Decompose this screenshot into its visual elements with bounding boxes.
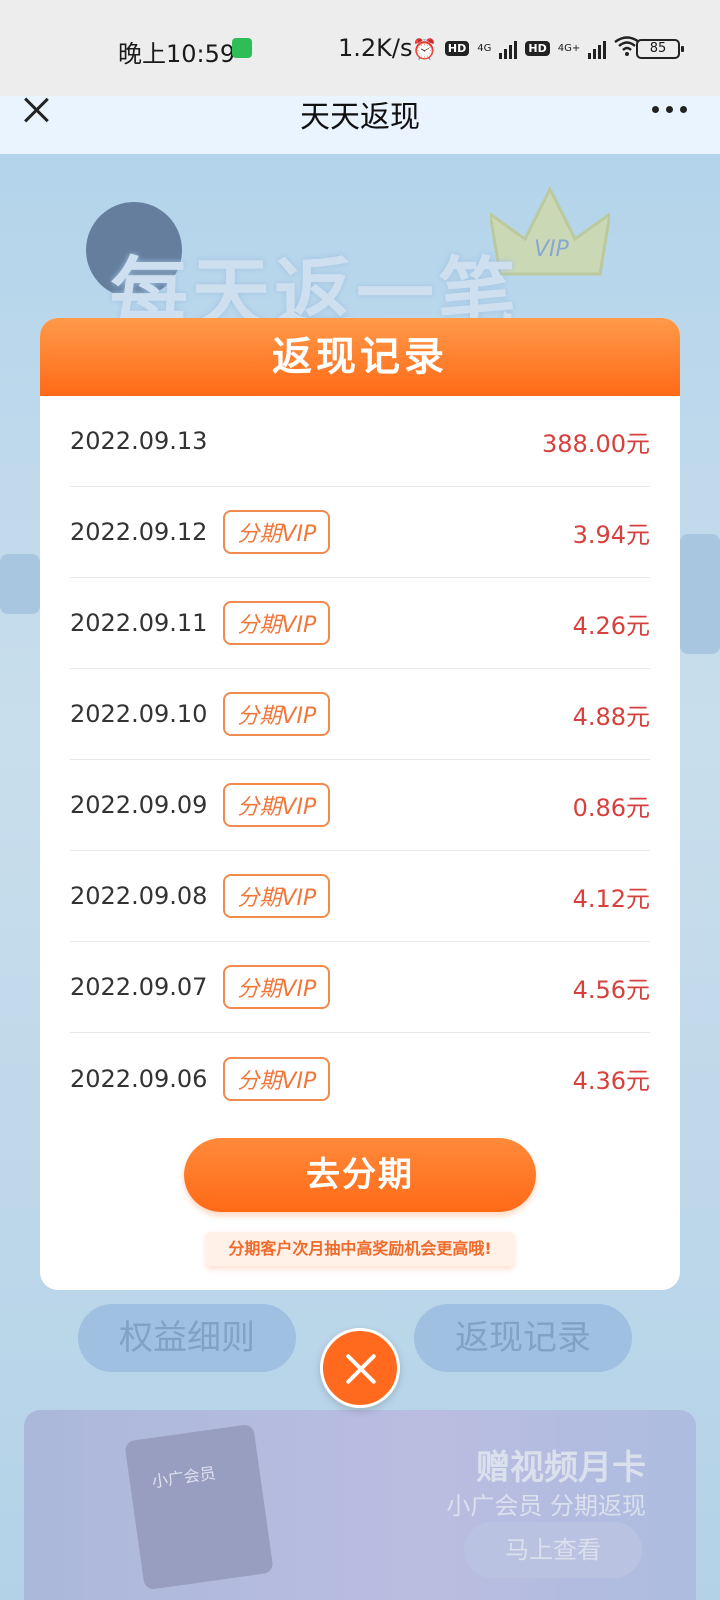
record-amount: 4.12元	[572, 884, 650, 913]
modal-title: 返现记录	[40, 318, 680, 396]
status-bar: 晚上10:59 1.2K/s ⏰ HD 4G HD 4G+ 85	[0, 0, 720, 96]
record-amount: 4.26元	[572, 611, 650, 640]
network-type: 4G	[477, 43, 492, 54]
record-date: 2022.09.13	[70, 427, 208, 455]
record-row: 2022.09.08 分期VIP 4.12元	[70, 851, 650, 942]
hd-icon: HD	[444, 41, 470, 56]
record-date: 2022.09.12	[70, 518, 208, 546]
more-menu-icon[interactable]	[652, 106, 687, 113]
record-date: 2022.09.11	[70, 609, 208, 637]
vip-tag: 分期VIP	[223, 601, 331, 645]
vip-tag: 分期VIP	[223, 965, 331, 1009]
vip-tag: 分期VIP	[223, 783, 331, 827]
record-date: 2022.09.08	[70, 882, 208, 910]
record-amount: 3.94元	[572, 520, 650, 549]
cashback-records-modal: 返现记录 2022.09.13 388.00元 2022.09.12 分期VIP 3.9…	[40, 318, 680, 1290]
alarm-icon: ⏰	[412, 36, 437, 61]
signal-icon	[499, 39, 518, 59]
battery-icon: 85	[636, 39, 684, 59]
vip-tag: 分期VIP	[223, 692, 331, 736]
vip-tag: 分期VIP	[223, 510, 331, 554]
app-notification-icon	[232, 38, 252, 58]
record-row: 2022.09.11 分期VIP 4.26元	[70, 578, 650, 669]
close-modal-icon[interactable]	[320, 1328, 400, 1408]
installment-hint: 分期客户次月抽中高奖励机会更高哦!	[206, 1232, 514, 1266]
signal-icon-2	[588, 39, 607, 59]
network-speed: 1.2K/s	[338, 34, 413, 62]
record-row: 2022.09.13 388.00元	[70, 396, 650, 487]
record-date: 2022.09.09	[70, 791, 208, 819]
page-title: 天天返现	[300, 100, 420, 135]
record-amount: 4.56元	[572, 975, 650, 1004]
status-time: 晚上10:59	[118, 40, 236, 68]
network-type-2: 4G+	[557, 43, 581, 54]
record-amount: 0.86元	[572, 793, 650, 822]
record-row: 2022.09.10 分期VIP 4.88元	[70, 669, 650, 760]
record-row: 2022.09.09 分期VIP 0.86元	[70, 760, 650, 851]
hd-icon-2: HD	[525, 41, 550, 56]
record-amount: 388.00元	[542, 429, 650, 458]
vip-tag: 分期VIP	[223, 1056, 331, 1101]
status-icons: ⏰ HD 4G HD 4G+	[412, 36, 640, 61]
record-amount: 4.88元	[572, 702, 650, 731]
record-date: 2022.09.07	[70, 973, 208, 1001]
record-amount: 4.36元	[572, 1067, 650, 1095]
record-row: 2022.09.07 分期VIP 4.56元	[70, 942, 650, 1033]
record-row: 2022.09.06 分期VIP 4.36元	[70, 1033, 650, 1124]
vip-tag: 分期VIP	[223, 874, 331, 918]
record-date: 2022.09.06	[70, 1064, 208, 1093]
records-list: 2022.09.13 388.00元 2022.09.12 分期VIP 3.94元 202…	[70, 396, 650, 1124]
record-date: 2022.09.10	[70, 700, 208, 728]
go-installment-button[interactable]: 去分期	[184, 1138, 536, 1212]
record-row: 2022.09.12 分期VIP 3.94元	[70, 487, 650, 578]
